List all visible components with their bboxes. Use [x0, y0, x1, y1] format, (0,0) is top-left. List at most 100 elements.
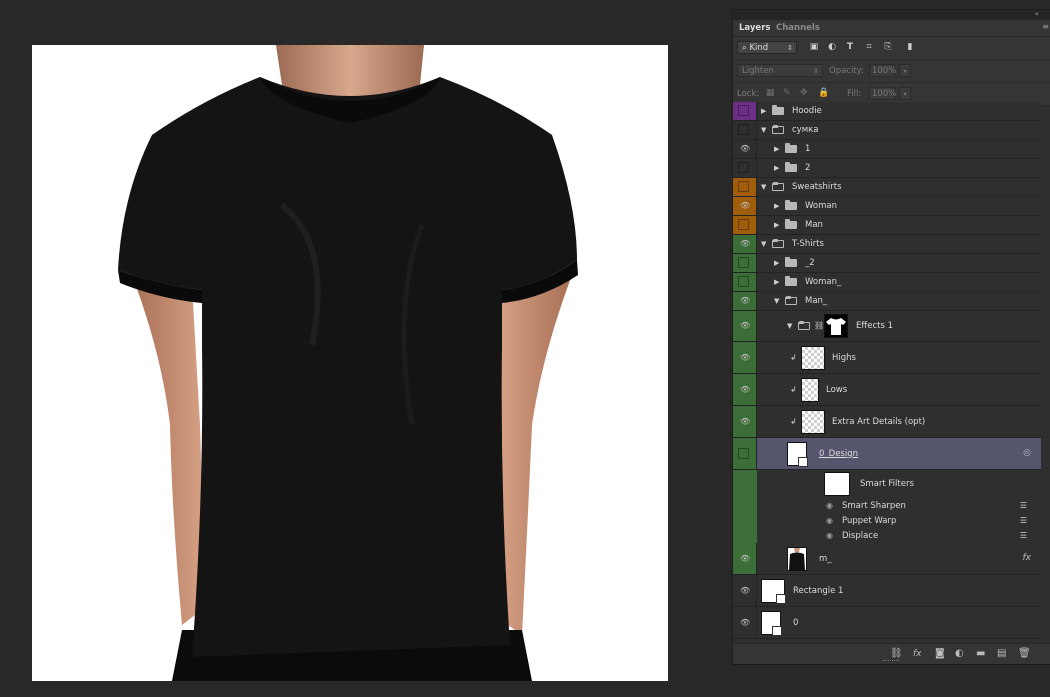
visibility-toggle[interactable]: 👁: [733, 543, 757, 574]
empty-visibility-box[interactable]: [738, 219, 749, 230]
eye-icon[interactable]: 👁: [740, 586, 750, 596]
visibility-toggle[interactable]: 👁: [733, 197, 757, 215]
smart-object-thumbnail[interactable]: [761, 610, 782, 636]
smart-object-thumbnail[interactable]: [787, 441, 808, 467]
layer-row-0-design[interactable]: 0_Design ◎: [733, 438, 1041, 470]
eye-icon[interactable]: 👁: [740, 239, 750, 249]
layer-row--2[interactable]: ▶ _2: [733, 254, 1041, 273]
fx-icon[interactable]: fx: [913, 648, 922, 660]
photo-thumbnail[interactable]: [787, 546, 807, 571]
shape-filter-icon[interactable]: ⌗: [864, 43, 874, 52]
smart-object-filter-icon[interactable]: ⎘: [883, 43, 893, 52]
visibility-toggle[interactable]: [733, 178, 757, 196]
resize-grip[interactable]: [883, 660, 899, 664]
smart-filter-mask-thumbnail[interactable]: [824, 472, 850, 496]
mask-link-icon[interactable]: ⛓: [814, 321, 824, 331]
filter-kind-select[interactable]: ⌕ Kind ⇕: [737, 41, 797, 54]
layer-row-rectangle-1[interactable]: 👁 Rectangle 1: [733, 575, 1041, 607]
caret-down-icon[interactable]: ▼: [761, 182, 766, 192]
layer-row-extra-art-details-opt-[interactable]: 👁 ↲ Extra Art Details (opt): [733, 406, 1041, 438]
visibility-toggle[interactable]: 👁: [733, 406, 757, 437]
layer-row-smart-filters[interactable]: Smart Filters: [733, 470, 1041, 498]
blending-options-icon[interactable]: ☰: [1020, 531, 1027, 540]
caret-right-icon[interactable]: ▶: [761, 106, 766, 116]
layer-thumbnail[interactable]: [801, 345, 825, 370]
eye-icon[interactable]: 👁: [740, 417, 750, 427]
layer-row-highs[interactable]: 👁 ↲ Highs: [733, 342, 1041, 374]
mask-icon[interactable]: ◙: [935, 648, 945, 660]
layer-row-man-[interactable]: 👁 ▼ Man_: [733, 292, 1041, 311]
link-layers-icon[interactable]: ⛓: [890, 648, 903, 660]
visibility-toggle[interactable]: [733, 438, 757, 469]
opacity-dropdown-icon[interactable]: ▾: [899, 64, 911, 77]
visibility-toggle[interactable]: [733, 159, 757, 177]
empty-visibility-box[interactable]: [738, 162, 749, 173]
visibility-toggle[interactable]: [733, 102, 757, 120]
eye-icon[interactable]: 👁: [740, 385, 750, 395]
new-layer-icon[interactable]: ▤: [997, 648, 1006, 660]
empty-visibility-box[interactable]: [738, 276, 749, 287]
filter-toggle-icon[interactable]: ▮: [905, 43, 915, 52]
lock-paint-icon[interactable]: ✎: [783, 89, 791, 98]
caret-down-icon[interactable]: ▼: [761, 239, 766, 249]
layer-thumbnail[interactable]: [801, 409, 825, 434]
visibility-toggle[interactable]: 👁: [733, 140, 757, 158]
empty-visibility-box[interactable]: [738, 181, 749, 192]
visibility-toggle[interactable]: 👁: [733, 342, 757, 373]
fx-badge-icon[interactable]: fx: [1023, 553, 1032, 563]
eye-icon[interactable]: ◉: [826, 516, 833, 526]
layer-row-woman-[interactable]: ▶ Woman_: [733, 273, 1041, 292]
caret-right-icon[interactable]: ▶: [774, 144, 779, 154]
blending-options-icon[interactable]: ☰: [1020, 516, 1027, 525]
adjustment-filter-icon[interactable]: ◐: [827, 43, 837, 52]
layer-mask-thumbnail[interactable]: [824, 314, 848, 338]
layer-row-hoodie[interactable]: ▶ Hoodie: [733, 102, 1041, 121]
new-group-icon[interactable]: ▬: [976, 648, 985, 660]
caret-right-icon[interactable]: ▶: [774, 220, 779, 230]
visibility-toggle[interactable]: [733, 470, 757, 498]
layer-row-0[interactable]: 👁 0: [733, 607, 1041, 639]
panel-menu-icon[interactable]: ≡: [1042, 22, 1049, 31]
visibility-toggle[interactable]: 👁: [733, 311, 757, 341]
caret-right-icon[interactable]: ▶: [774, 201, 779, 211]
visibility-toggle[interactable]: 👁: [733, 374, 757, 405]
layer-row-man[interactable]: ▶ Man: [733, 216, 1041, 235]
eye-icon[interactable]: 👁: [740, 296, 750, 306]
caret-right-icon[interactable]: ▶: [774, 258, 779, 268]
layer-row-puppet-warp[interactable]: ◉ Puppet Warp ☰: [733, 513, 1041, 528]
layer-row-сумка[interactable]: ▼ сумка: [733, 121, 1041, 140]
caret-right-icon[interactable]: ▶: [774, 277, 779, 287]
visibility-toggle[interactable]: [733, 273, 757, 291]
eye-icon[interactable]: 👁: [740, 353, 750, 363]
fill-dropdown-icon[interactable]: ▾: [899, 87, 911, 100]
layer-row-smart-sharpen[interactable]: ◉ Smart Sharpen ☰: [733, 498, 1041, 513]
lock-transparent-icon[interactable]: ▦: [766, 89, 775, 98]
smart-filter-indicator-icon[interactable]: ◎: [1023, 448, 1031, 458]
empty-visibility-box[interactable]: [738, 105, 749, 116]
visibility-toggle[interactable]: 👁: [733, 575, 757, 606]
layer-row-sweatshirts[interactable]: ▼ Sweatshirts: [733, 178, 1041, 197]
document-canvas[interactable]: [32, 45, 668, 681]
tab-channels[interactable]: Channels: [776, 23, 820, 33]
visibility-toggle[interactable]: [733, 498, 757, 513]
visibility-toggle[interactable]: [733, 528, 757, 543]
caret-down-icon[interactable]: ▼: [761, 125, 766, 135]
layer-row-1[interactable]: 👁 ▶ 1: [733, 140, 1041, 159]
eye-icon[interactable]: 👁: [740, 554, 750, 564]
panel-titlebar[interactable]: «: [733, 10, 1050, 20]
empty-visibility-box[interactable]: [738, 447, 749, 459]
visibility-toggle[interactable]: 👁: [733, 607, 757, 638]
layer-row-m-[interactable]: 👁 m_ fx: [733, 543, 1041, 575]
smart-object-thumbnail[interactable]: [761, 578, 786, 604]
empty-visibility-box[interactable]: [738, 124, 749, 135]
eye-icon[interactable]: 👁: [740, 144, 750, 154]
image-filter-icon[interactable]: ▣: [809, 43, 819, 52]
layer-row-t-shirts[interactable]: 👁 ▼ T-Shirts: [733, 235, 1041, 254]
blending-options-icon[interactable]: ☰: [1020, 501, 1027, 510]
eye-icon[interactable]: ◉: [826, 501, 833, 511]
layer-row-displace[interactable]: ◉ Displace ☰: [733, 528, 1041, 543]
blend-mode-select[interactable]: Lighten ⇕: [737, 64, 823, 77]
lock-all-icon[interactable]: 🔒: [818, 89, 829, 98]
layer-row-effects-1[interactable]: 👁 ▼ ⛓ Effects 1: [733, 311, 1041, 342]
caret-right-icon[interactable]: ▶: [774, 163, 779, 173]
